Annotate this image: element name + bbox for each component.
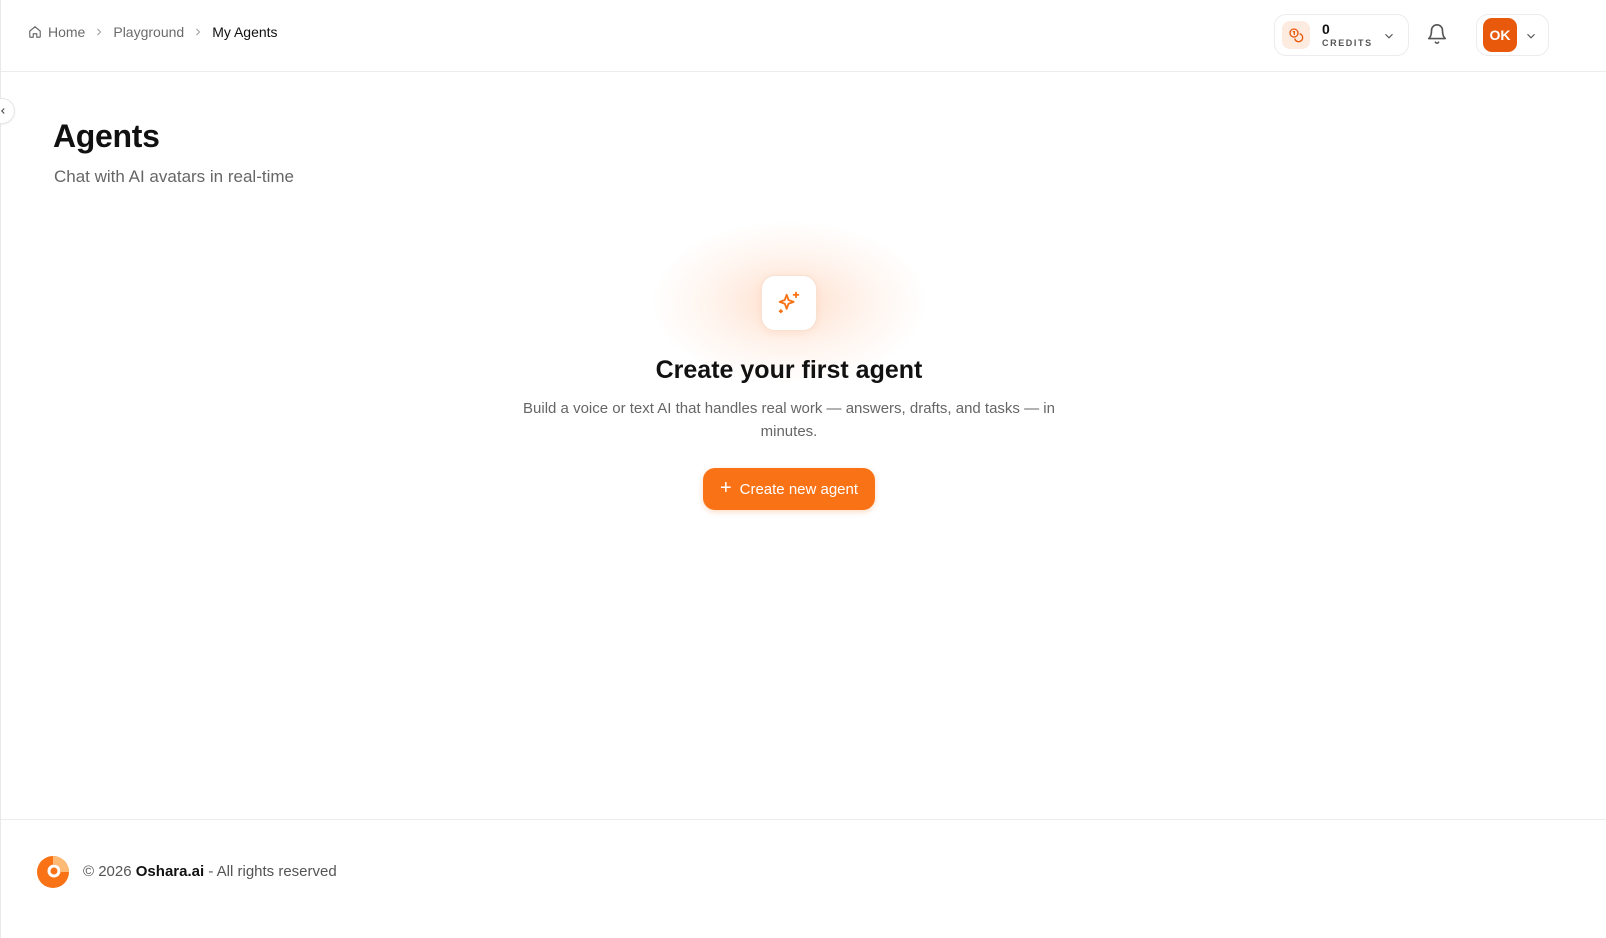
- breadcrumb: Home Playground My Agents: [28, 24, 278, 40]
- oshara-logo: [35, 854, 71, 890]
- credits-label: CREDITS: [1322, 38, 1373, 48]
- chevron-left-icon: [1, 108, 5, 114]
- plus-icon: +: [719, 477, 732, 499]
- breadcrumb-home-label: Home: [48, 24, 86, 40]
- top-header: Home Playground My Agents 0 CREDITS OK: [1, 0, 1606, 72]
- app-root: Home Playground My Agents 0 CREDITS OK A…: [0, 0, 1606, 938]
- breadcrumb-home[interactable]: Home: [28, 24, 85, 40]
- empty-state-title: Create your first agent: [655, 356, 923, 384]
- page-title: Agents: [53, 118, 160, 154]
- chevron-right-icon: [192, 26, 204, 38]
- breadcrumb-current: My Agents: [212, 24, 278, 40]
- coins-icon: [1282, 21, 1310, 49]
- create-new-agent-button[interactable]: + Create new agent: [703, 468, 875, 510]
- chevron-down-icon: [1385, 33, 1393, 39]
- breadcrumb-playground[interactable]: Playground: [113, 24, 184, 40]
- footer-suffix: - All rights reserved: [208, 863, 337, 880]
- sparkles-icon: [761, 275, 817, 331]
- credits-value: 0: [1322, 21, 1330, 37]
- credits-menu[interactable]: 0 CREDITS: [1274, 14, 1409, 56]
- empty-state-description: Build a voice or text AI that handles re…: [523, 400, 1055, 440]
- footer-brand: Oshara.ai: [135, 863, 205, 880]
- credits-info: 0 CREDITS: [1322, 22, 1373, 48]
- footer: © 2026 Oshara.ai - All rights reserved: [1, 819, 1606, 938]
- page-subtitle: Chat with AI avatars in real-time: [54, 167, 294, 186]
- footer-copyright: © 2026 Oshara.ai - All rights reserved: [83, 863, 337, 880]
- chevron-right-icon: [93, 26, 105, 38]
- avatar: OK: [1483, 18, 1517, 52]
- chevron-down-icon: [1527, 33, 1535, 39]
- create-new-agent-label: Create new agent: [739, 480, 859, 498]
- bell-icon[interactable]: [1426, 23, 1450, 47]
- sidebar-toggle-button[interactable]: [0, 98, 15, 124]
- footer-prefix: © 2026: [83, 863, 132, 880]
- user-menu[interactable]: OK: [1476, 14, 1549, 56]
- home-icon: [29, 26, 41, 38]
